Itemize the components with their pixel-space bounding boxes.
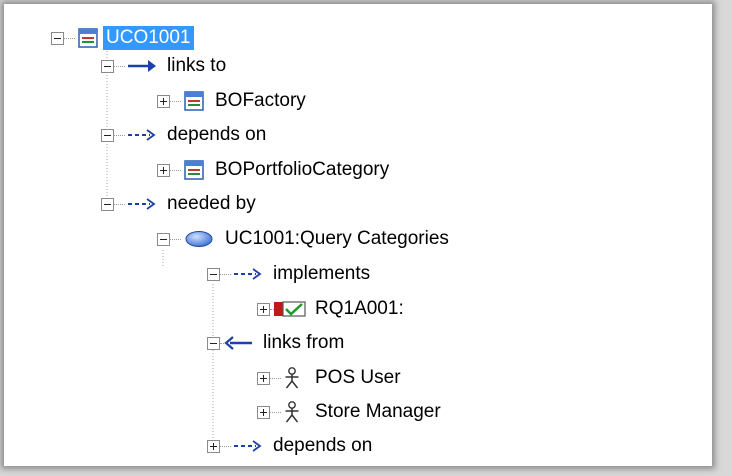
actor-icon (284, 401, 300, 423)
tree-node-use-case[interactable]: UC1001:Query Categories (157, 222, 452, 256)
tree-connector (270, 411, 281, 413)
collapse-toggle[interactable] (101, 59, 114, 73)
tree-node-requirement[interactable]: RQ1A001: (257, 292, 407, 326)
expand-toggle[interactable] (157, 163, 170, 177)
tree-node-pos-user[interactable]: POS User (257, 361, 404, 395)
collapse-toggle[interactable] (101, 128, 114, 142)
expand-toggle[interactable] (157, 94, 170, 108)
expand-toggle[interactable] (257, 302, 270, 316)
collapse-toggle[interactable] (207, 336, 220, 350)
tree-node-label[interactable]: needed by (164, 192, 259, 216)
tree-connector (220, 445, 231, 447)
collapse-toggle[interactable] (101, 197, 114, 211)
class-element-icon (184, 91, 204, 111)
tree-node-label[interactable]: BOPortfolioCategory (212, 158, 392, 182)
collapse-toggle[interactable] (157, 232, 170, 246)
dashed-arrow-right-icon (234, 439, 262, 453)
tree-node-links-from[interactable]: links from (207, 326, 347, 360)
expand-toggle[interactable] (207, 439, 220, 453)
tree-node-label[interactable]: depends on (164, 123, 269, 147)
tree-node-label[interactable]: BOFactory (212, 89, 309, 113)
dashed-arrow-right-icon (128, 197, 156, 211)
tree-node-label[interactable]: UC1001:Query Categories (222, 227, 452, 251)
solid-arrow-left-icon (224, 336, 252, 350)
tree-node-depends-on-2[interactable]: depends on (207, 429, 375, 463)
tree-node-bofactory[interactable]: BOFactory (157, 84, 309, 118)
dashed-arrow-right-icon (234, 267, 262, 281)
tree-node-depends-on[interactable]: depends on (101, 118, 269, 152)
actor-icon (284, 367, 300, 389)
use-case-ellipse-icon (184, 230, 214, 248)
tree-node-label[interactable]: links to (164, 54, 229, 78)
requirement-check-icon (274, 301, 306, 317)
tree-node-needed-by[interactable]: needed by (101, 187, 259, 221)
tree-connector (170, 238, 181, 240)
tree-connector (114, 65, 125, 67)
tree-node-label[interactable]: POS User (312, 366, 404, 390)
tree-connector (114, 203, 125, 205)
tree-connector (220, 273, 231, 275)
tree-node-label[interactable]: UCO1001 (103, 26, 194, 50)
tree-node-boportfoliocategory[interactable]: BOPortfolioCategory (157, 153, 392, 187)
tree-node-store-manager[interactable]: Store Manager (257, 395, 444, 429)
tree-node-label[interactable]: depends on (270, 434, 375, 458)
tree-node-label[interactable]: Store Manager (312, 400, 444, 424)
tree-connector (114, 134, 125, 136)
tree-node-label[interactable]: implements (270, 262, 373, 286)
solid-arrow-right-icon (128, 59, 156, 73)
expand-toggle[interactable] (257, 405, 270, 419)
relationship-tree: UCO1001 links to BOFactory depends on BO… (4, 4, 712, 466)
expand-toggle[interactable] (257, 371, 270, 385)
tree-connector (170, 100, 181, 102)
tree-node-implements[interactable]: implements (207, 257, 373, 291)
tree-connector (64, 37, 75, 39)
tree-connector (270, 377, 281, 379)
tree-node-label[interactable]: links from (260, 331, 347, 355)
tree-node-links-to[interactable]: links to (101, 49, 229, 83)
dashed-arrow-right-icon (128, 128, 156, 142)
class-element-icon (78, 28, 98, 48)
tree-node-label[interactable]: RQ1A001: (312, 297, 407, 321)
collapse-toggle[interactable] (51, 31, 64, 45)
collapse-toggle[interactable] (207, 267, 220, 281)
class-element-icon (184, 160, 204, 180)
tree-panel: UCO1001 links to BOFactory depends on BO… (4, 4, 712, 466)
tree-connector (170, 169, 181, 171)
